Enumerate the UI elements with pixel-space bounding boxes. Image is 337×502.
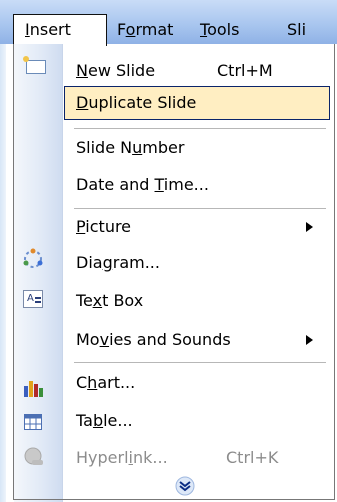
chart-a: C <box>76 373 88 392</box>
menu-separator <box>74 128 326 129</box>
menu-separator <box>74 208 326 209</box>
textbox-b: t Box <box>102 291 144 310</box>
menu-tools[interactable]: Tools <box>200 19 239 41</box>
table-icon <box>24 414 42 430</box>
menu-insert-label-rest: nsert <box>29 20 71 39</box>
table-b: le... <box>103 411 133 430</box>
mnemonic-v: v <box>99 330 110 349</box>
mnemonic-p: P <box>76 217 86 236</box>
textbox-a: Te <box>76 291 93 310</box>
menu-separator <box>74 362 326 363</box>
menu-item-diagram[interactable]: Diagram... <box>76 252 160 274</box>
slide-number-b: mber <box>142 138 185 157</box>
mnemonic-n: N <box>76 61 88 80</box>
shortcut-new-slide: Ctrl+M <box>217 61 273 80</box>
mnemonic-g: g <box>102 253 113 272</box>
menu-item-chart[interactable]: Chart... <box>76 372 135 394</box>
menu-slide-show[interactable]: Sli <box>287 19 306 41</box>
submenu-arrow-icon <box>306 335 313 345</box>
menu-item-new-slide[interactable]: New Slide <box>76 60 155 82</box>
expand-chevron-icon[interactable] <box>173 476 197 496</box>
menu-item-table[interactable]: Table... <box>76 410 133 432</box>
mnemonic-d: D <box>76 93 89 112</box>
menu-item-picture[interactable]: Picture <box>76 216 131 238</box>
mnemonic-t: T <box>154 175 164 194</box>
menu-item-duplicate-slide[interactable]: Duplicate Slide <box>76 92 196 114</box>
menu-insert[interactable]: Insert <box>25 19 71 41</box>
shortcut-hyperlink: Ctrl+K <box>226 448 279 467</box>
window-edge <box>0 44 6 502</box>
text-box-icon: A <box>23 290 43 308</box>
slide-number-a: Slide N <box>76 138 133 157</box>
menu-tools-mnemonic: T <box>200 20 208 39</box>
table-a: Ta <box>76 411 93 430</box>
menu-tools-rest: ools <box>207 20 240 39</box>
chart-b: art... <box>97 373 136 392</box>
date-time-b: ime... <box>163 175 209 194</box>
duplicate-slide-rest: uplicate Slide <box>88 93 197 112</box>
mnemonic-h: h <box>87 373 98 392</box>
menu-item-slide-number[interactable]: Slide Number <box>76 137 184 159</box>
diagram-b: ram... <box>112 253 160 272</box>
menu-item-text-box[interactable]: Text Box <box>76 290 143 312</box>
hyperlink-b: nk... <box>132 448 168 467</box>
mnemonic-b: b <box>92 411 104 430</box>
new-slide-icon <box>23 56 46 74</box>
new-slide-rest: ew Slide <box>87 61 156 80</box>
menu-item-hyperlink[interactable]: Hyperlink... <box>76 447 168 469</box>
chart-icon <box>24 381 43 397</box>
mnemonic-u: u <box>132 138 143 157</box>
submenu-arrow-icon <box>306 222 313 232</box>
menu-format[interactable]: Format <box>117 19 173 41</box>
hyperlink-icon <box>24 447 43 465</box>
mnemonic-x: x <box>92 291 103 310</box>
menu-format-rest: rmat <box>135 20 174 39</box>
menu-item-movies-and-sounds[interactable]: Movies and Sounds <box>76 329 231 351</box>
hyperlink-a: Hyperl <box>76 448 129 467</box>
movies-a: Mo <box>76 330 100 349</box>
diagram-a: Dia <box>76 253 103 272</box>
diagram-icon <box>23 248 43 268</box>
menu-format-mnemonic: o <box>125 20 136 39</box>
date-time-a: Date and <box>76 175 155 194</box>
menu-item-date-and-time[interactable]: Date and Time... <box>76 174 209 196</box>
menu-format-f: F <box>117 20 126 39</box>
movies-b: ies and Sounds <box>109 330 231 349</box>
picture-rest: icture <box>85 217 132 236</box>
